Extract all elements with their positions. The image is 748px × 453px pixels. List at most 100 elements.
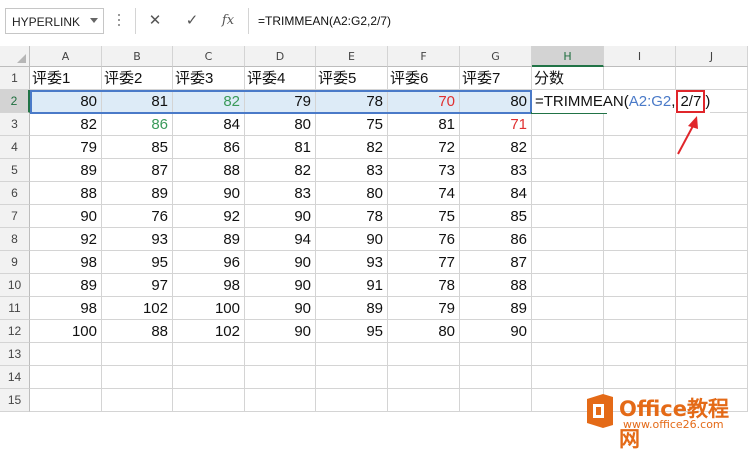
column-header-j[interactable]: J <box>676 46 748 67</box>
cell[interactable] <box>388 366 460 389</box>
score-cell[interactable]: 76 <box>388 228 460 251</box>
cell[interactable] <box>102 343 173 366</box>
score-cell[interactable]: 71 <box>460 113 532 136</box>
score-cell[interactable]: 81 <box>388 113 460 136</box>
column-header-f[interactable]: F <box>388 46 460 67</box>
cell[interactable] <box>388 389 460 412</box>
score-cell[interactable]: 96 <box>173 251 245 274</box>
score-cell[interactable]: 84 <box>173 113 245 136</box>
row-header-4[interactable]: 4 <box>0 136 30 159</box>
cell[interactable] <box>676 182 748 205</box>
score-cell[interactable]: 80 <box>388 320 460 343</box>
score-cell[interactable]: 85 <box>102 136 173 159</box>
score-cell[interactable]: 100 <box>173 297 245 320</box>
score-cell[interactable]: 87 <box>102 159 173 182</box>
score-cell[interactable]: 76 <box>102 205 173 228</box>
header-cell[interactable]: 评委2 <box>102 67 173 90</box>
cell[interactable] <box>676 228 748 251</box>
score-cell[interactable]: 80 <box>245 113 316 136</box>
cell[interactable] <box>676 251 748 274</box>
score-cell[interactable]: 89 <box>30 159 102 182</box>
cell[interactable] <box>604 159 676 182</box>
cell[interactable] <box>604 205 676 228</box>
cell[interactable] <box>676 159 748 182</box>
cell[interactable] <box>173 343 245 366</box>
select-all-corner[interactable] <box>0 46 30 67</box>
score-cell[interactable]: 93 <box>316 251 388 274</box>
score-cell[interactable]: 89 <box>460 297 532 320</box>
cell[interactable] <box>604 366 676 389</box>
row-header-15[interactable]: 15 <box>0 389 30 412</box>
score-cell[interactable]: 100 <box>30 320 102 343</box>
score-cell[interactable]: 86 <box>173 136 245 159</box>
cell[interactable] <box>30 343 102 366</box>
row-header-1[interactable]: 1 <box>0 67 30 90</box>
column-header-a[interactable]: A <box>30 46 102 67</box>
cell[interactable] <box>604 274 676 297</box>
score-cell[interactable]: 91 <box>316 274 388 297</box>
header-cell[interactable]: 分数 <box>532 67 604 90</box>
cell[interactable] <box>676 366 748 389</box>
score-cell[interactable]: 90 <box>245 251 316 274</box>
score-cell[interactable]: 88 <box>30 182 102 205</box>
cell[interactable] <box>316 366 388 389</box>
score-cell[interactable]: 81 <box>245 136 316 159</box>
cell[interactable] <box>532 251 604 274</box>
cell[interactable] <box>102 389 173 412</box>
score-cell[interactable]: 88 <box>460 274 532 297</box>
cell[interactable] <box>30 389 102 412</box>
cell[interactable] <box>460 343 532 366</box>
row-header-12[interactable]: 12 <box>0 320 30 343</box>
score-cell[interactable]: 82 <box>460 136 532 159</box>
cell[interactable] <box>604 67 676 90</box>
formula-input[interactable]: =TRIMMEAN(A2:G2,2/7) <box>258 14 391 28</box>
cell[interactable] <box>604 136 676 159</box>
score-cell[interactable]: 82 <box>245 159 316 182</box>
score-cell[interactable]: 95 <box>102 251 173 274</box>
score-cell[interactable]: 92 <box>30 228 102 251</box>
score-cell[interactable]: 79 <box>30 136 102 159</box>
score-cell[interactable]: 90 <box>460 320 532 343</box>
score-cell[interactable]: 89 <box>173 228 245 251</box>
score-cell[interactable]: 90 <box>30 205 102 228</box>
column-header-b[interactable]: B <box>102 46 173 67</box>
row-header-8[interactable]: 8 <box>0 228 30 251</box>
cell[interactable] <box>245 389 316 412</box>
header-cell[interactable]: 评委7 <box>460 67 532 90</box>
score-cell[interactable]: 94 <box>245 228 316 251</box>
row-header-3[interactable]: 3 <box>0 113 30 136</box>
cell[interactable] <box>316 343 388 366</box>
row-header-5[interactable]: 5 <box>0 159 30 182</box>
score-cell[interactable]: 82 <box>30 113 102 136</box>
score-cell[interactable]: 82 <box>316 136 388 159</box>
score-cell[interactable]: 90 <box>245 205 316 228</box>
header-cell[interactable]: 评委4 <box>245 67 316 90</box>
column-header-i[interactable]: I <box>604 46 676 67</box>
score-cell[interactable]: 84 <box>460 182 532 205</box>
score-cell[interactable]: 83 <box>316 159 388 182</box>
insert-function-icon[interactable]: fx <box>212 8 244 34</box>
cell[interactable] <box>532 205 604 228</box>
header-cell[interactable]: 评委1 <box>30 67 102 90</box>
score-cell[interactable]: 75 <box>316 113 388 136</box>
score-cell[interactable]: 89 <box>30 274 102 297</box>
cancel-icon[interactable]: ✕ <box>139 8 171 34</box>
score-cell[interactable]: 83 <box>245 182 316 205</box>
score-cell[interactable]: 88 <box>173 159 245 182</box>
row-header-13[interactable]: 13 <box>0 343 30 366</box>
score-cell[interactable]: 86 <box>102 113 173 136</box>
score-cell[interactable]: 90 <box>245 274 316 297</box>
cell[interactable] <box>245 343 316 366</box>
score-cell[interactable]: 78 <box>316 205 388 228</box>
score-cell[interactable]: 78 <box>388 274 460 297</box>
score-cell[interactable]: 79 <box>388 297 460 320</box>
score-cell[interactable]: 90 <box>245 297 316 320</box>
cell[interactable] <box>532 343 604 366</box>
cell[interactable] <box>532 228 604 251</box>
cell[interactable] <box>532 320 604 343</box>
cell[interactable] <box>604 113 676 136</box>
column-header-h[interactable]: H <box>532 46 604 67</box>
row-header-14[interactable]: 14 <box>0 366 30 389</box>
cell[interactable] <box>532 159 604 182</box>
cell[interactable] <box>604 182 676 205</box>
